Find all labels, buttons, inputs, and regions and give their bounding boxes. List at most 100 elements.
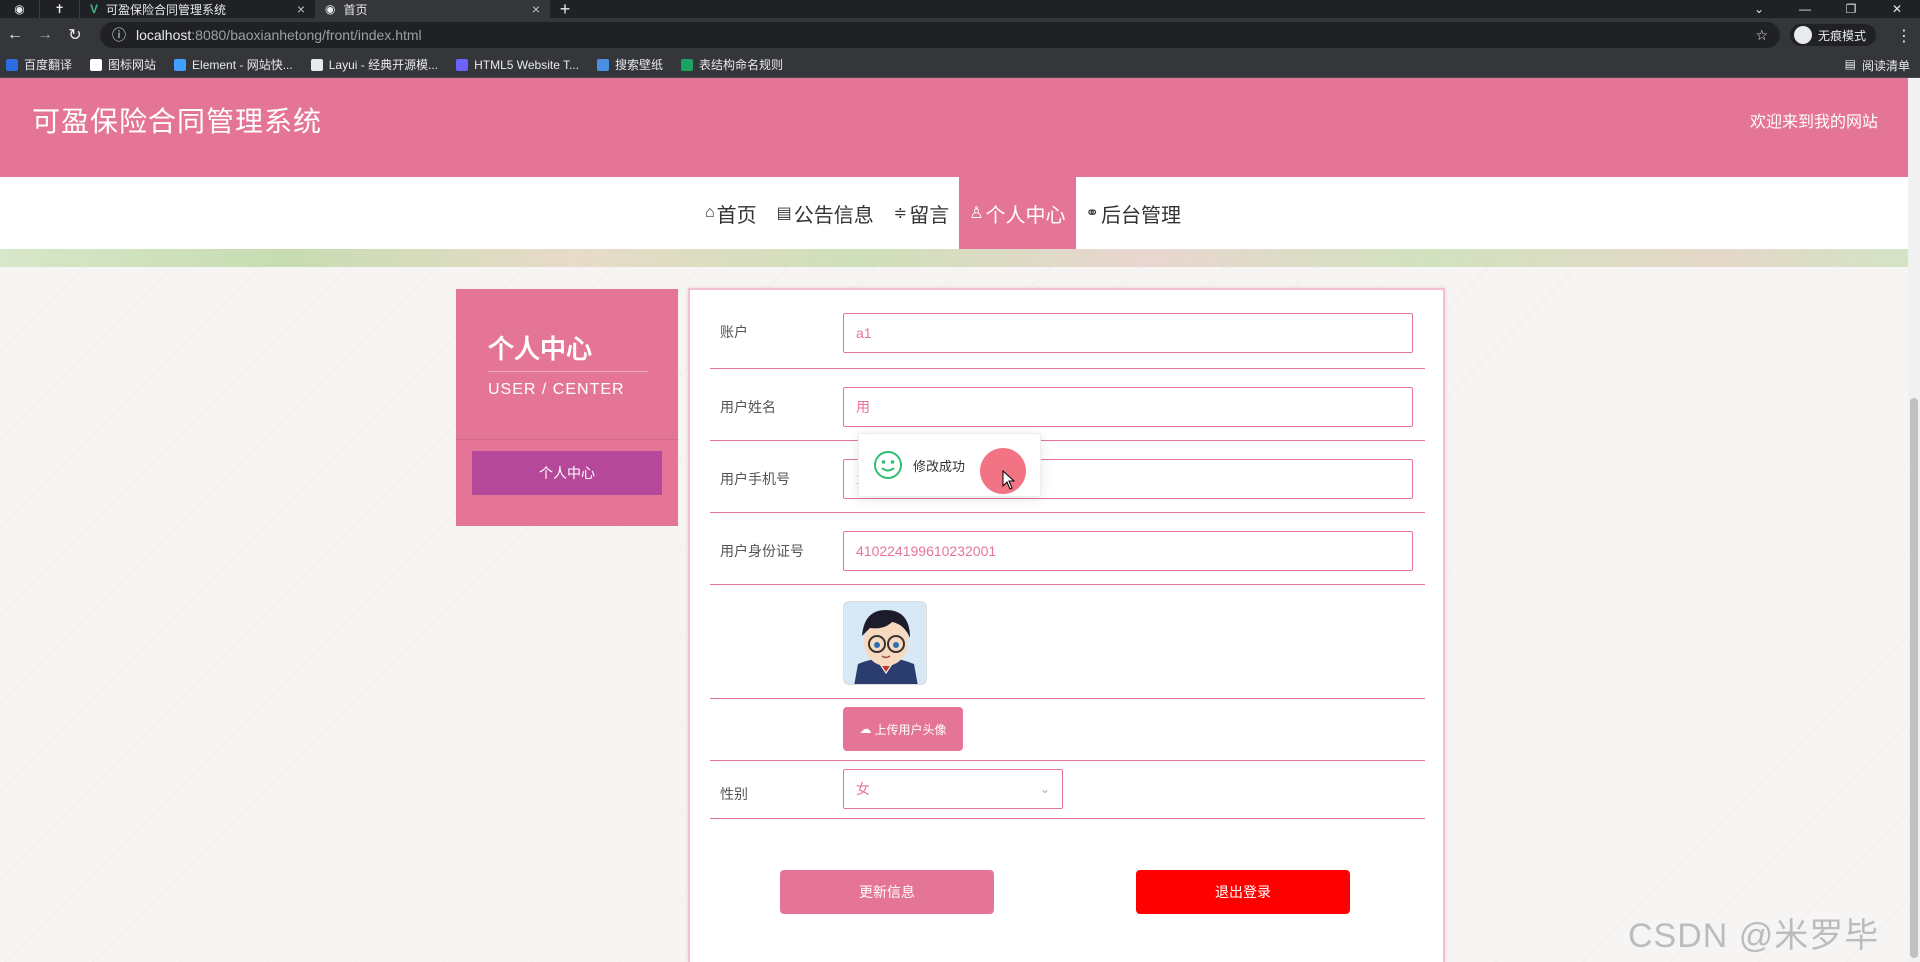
nav-item-messages[interactable]: ≑ 留言 (884, 177, 959, 249)
form-row-idcard: 用户身份证号 410224199610232001 (710, 513, 1425, 585)
welcome-text: 欢迎来到我的网站 (1749, 114, 1878, 131)
bookmark-item[interactable]: Element - 网站快... (174, 56, 293, 73)
user-center-sidebar: 个人中心 USER / CENTER 个人中心 (456, 289, 678, 526)
url-input[interactable]: ⓘ localhost:8080/baoxianhetong/front/ind… (100, 22, 1780, 48)
scroll-thumb[interactable] (1910, 398, 1918, 958)
site-title: 可盈保险合同管理系统 (32, 106, 323, 137)
tab-title: 首页 (343, 2, 368, 17)
avatar (843, 601, 927, 685)
bookmark-label: 百度翻译 (24, 58, 73, 72)
profile-label: 无痕模式 (1818, 28, 1867, 43)
browser-tab-active[interactable]: ◉ 首页 × (315, 0, 550, 18)
reading-list-icon: ▤ (1844, 57, 1856, 71)
home-icon: ⌂ (705, 204, 715, 221)
account-input[interactable]: a1 (843, 313, 1413, 353)
sidebar-item-user-center[interactable]: 个人中心 (472, 451, 662, 495)
nav-item-admin[interactable]: ⚭ 后台管理 (1076, 177, 1191, 249)
close-tab-icon[interactable]: × (297, 1, 305, 17)
name-input[interactable]: 用 (843, 387, 1413, 427)
page-viewport: 可盈保险合同管理系统 欢迎来到我的网站 ⌂ 首页 ▤ 公告信息 ≑ 留言 ♙ 个人中心 … (0, 78, 1908, 962)
element-icon (174, 58, 187, 71)
bookmark-item[interactable]: HTML5 Website T... (456, 58, 579, 72)
bookmark-label: Element - 网站快... (192, 58, 293, 72)
bookmark-item[interactable]: Layui - 经典开源模... (310, 56, 439, 73)
table-icon (681, 58, 694, 71)
bookmark-star-icon[interactable]: ☆ (1755, 27, 1768, 44)
nav-item-home[interactable]: ⌂ 首页 (695, 177, 767, 249)
account-label: 账户 (720, 324, 748, 340)
upload-label: 上传用户头像 (874, 722, 947, 737)
form-row-name: 用户姓名 用 (710, 369, 1425, 441)
idcard-input[interactable]: 410224199610232001 (843, 531, 1413, 571)
bookmark-label: Layui - 经典开源模... (328, 58, 439, 72)
notice-icon: ▤ (776, 205, 792, 222)
cloud-upload-icon: ☁ (859, 722, 872, 736)
tab-title: 可盈保险合同管理系统 (106, 2, 227, 17)
reload-button[interactable]: ↻ (60, 25, 90, 45)
nav-label: 后台管理 (1100, 204, 1181, 227)
nav-item-notices[interactable]: ▤ 公告信息 (767, 177, 884, 249)
globe-icon: ◉ (14, 2, 25, 16)
bookmark-label: 图标网站 (108, 58, 157, 72)
nav-label: 留言 (909, 204, 950, 227)
gender-value: 女 (856, 781, 870, 797)
info-icon[interactable]: ⓘ (112, 25, 126, 45)
smile-icon (874, 451, 902, 479)
chevron-down-icon: ⌄ (1039, 782, 1050, 796)
layui-icon (310, 58, 323, 71)
url-host: localhost (136, 27, 192, 43)
restore-button[interactable]: ❐ (1828, 0, 1874, 18)
close-window-button[interactable]: ✕ (1874, 0, 1920, 18)
user-icon: ♙ (969, 205, 984, 222)
new-tab-button[interactable]: + (550, 0, 580, 19)
close-tab-icon[interactable]: × (532, 1, 540, 17)
gender-select[interactable]: 女 ⌄ (843, 769, 1063, 809)
pinned-tab[interactable]: ✝ (40, 0, 80, 18)
incognito-badge[interactable]: 无痕模式 (1790, 24, 1877, 46)
incognito-icon (1794, 26, 1812, 44)
vue-icon: V (90, 2, 99, 16)
upload-avatar-button[interactable]: ☁ 上传用户头像 (843, 707, 963, 751)
sliders-icon: ≑ (893, 205, 908, 222)
wallpaper-icon (597, 58, 610, 71)
mouse-cursor-icon (1002, 470, 1016, 490)
nav-item-user-center[interactable]: ♙ 个人中心 (959, 177, 1076, 249)
update-info-button[interactable]: 更新信息 (780, 870, 994, 914)
page-scrollbar[interactable] (1908, 78, 1920, 962)
link-icon: ⚭ (1085, 205, 1099, 222)
bookmark-item[interactable]: 百度翻译 (6, 56, 72, 73)
translate-icon (6, 58, 18, 71)
bookmark-item[interactable]: 搜索壁纸 (597, 56, 663, 73)
bookmark-item[interactable]: 表结构命名规则 (681, 56, 783, 73)
nav-label: 公告信息 (793, 204, 874, 227)
toast-message: 修改成功 (913, 458, 966, 474)
form-row-avatar (710, 585, 1425, 699)
site-header: 可盈保险合同管理系统 欢迎来到我的网站 (0, 78, 1908, 177)
tab-search-icon[interactable]: ⌄ (1736, 0, 1782, 18)
forward-button[interactable]: → (30, 26, 60, 44)
flag-icon (90, 58, 103, 71)
form-row-phone: 用户手机号 17703786901 (710, 441, 1425, 513)
idcard-label: 用户身份证号 (720, 543, 804, 559)
form-row-account: 账户 a1 (710, 290, 1425, 369)
browser-tab[interactable]: V 可盈保险合同管理系统 × (80, 0, 315, 18)
back-button[interactable]: ← (0, 26, 30, 44)
nav-label: 首页 (716, 204, 757, 227)
gender-label: 性别 (720, 786, 748, 802)
sidebar-subtitle: USER / CENTER (488, 381, 625, 398)
logout-button[interactable]: 退出登录 (1136, 870, 1350, 914)
banner-strip (0, 249, 1908, 267)
nav-label: 个人中心 (985, 204, 1066, 227)
form-row-upload: ☁ 上传用户头像 (710, 699, 1425, 761)
bookmark-label: HTML5 Website T... (474, 57, 580, 72)
address-bar: ← → ↻ ⓘ localhost:8080/baoxianhetong/fro… (0, 18, 1920, 52)
browser-tabbar: ◉ ✝ V 可盈保险合同管理系统 × ◉ 首页 × + ⌄ — ❐ ✕ (0, 0, 1920, 19)
bookmark-item[interactable]: 图标网站 (90, 56, 156, 73)
watermark: CSDN @米罗毕设 (1628, 917, 1880, 955)
minimize-button[interactable]: — (1782, 0, 1828, 18)
divider (488, 371, 648, 372)
reading-list[interactable]: ▤ 阅读清单 (1845, 57, 1910, 74)
pinned-tab[interactable]: ◉ (0, 0, 40, 18)
browser-menu-icon[interactable]: ⋮ (1896, 26, 1912, 46)
url-path: :8080/baoxianhetong/front/index.html (191, 27, 422, 43)
